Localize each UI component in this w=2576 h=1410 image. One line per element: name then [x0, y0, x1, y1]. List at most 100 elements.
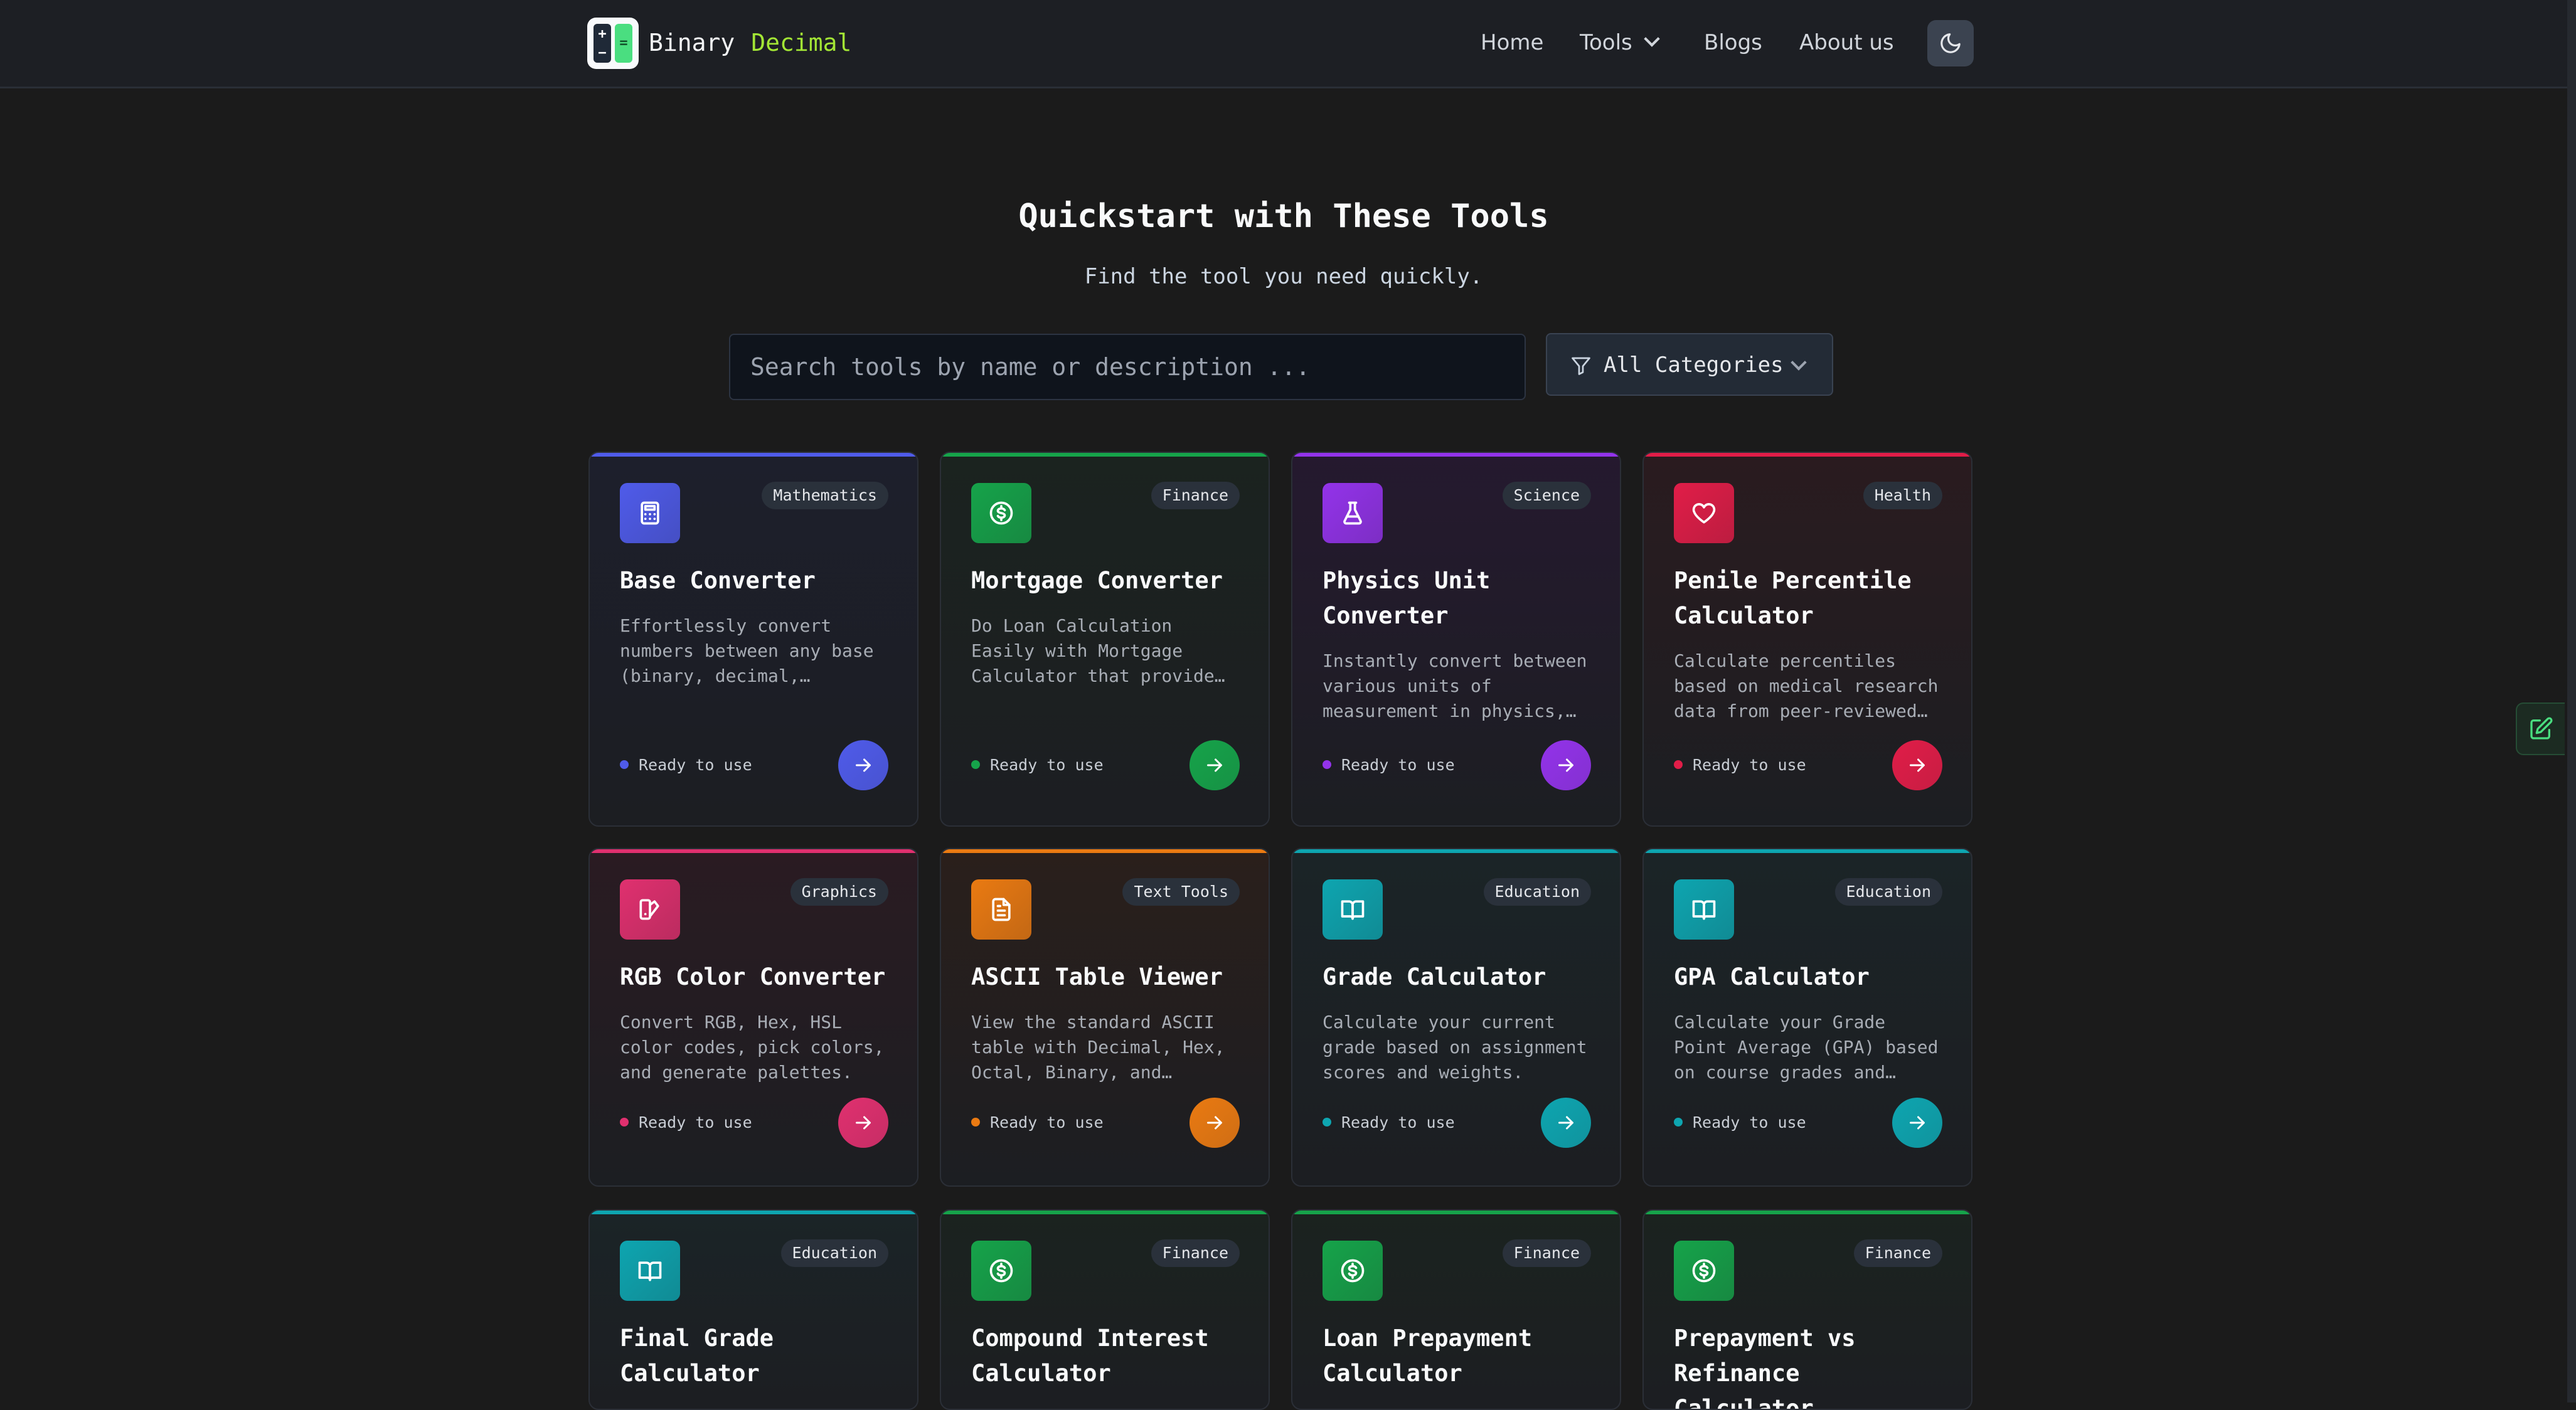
- status-dot: [971, 1118, 980, 1126]
- site-logo[interactable]: + − =: [587, 18, 639, 69]
- search-box: [729, 334, 1526, 400]
- card-accent-bar: [941, 453, 1269, 457]
- open-tool-button[interactable]: [838, 740, 888, 790]
- page-subtitle: Find the tool you need quickly.: [1084, 264, 1483, 289]
- calculator-icon: [641, 501, 659, 525]
- category-badge: Science: [1502, 482, 1591, 509]
- arrow-right-icon: [1558, 1116, 1573, 1130]
- tool-title[interactable]: Penile Percentile Calculator: [1674, 563, 1944, 633]
- card-accent-bar: [1644, 1211, 1971, 1214]
- tool-title[interactable]: Compound Interest Calculator: [971, 1321, 1241, 1391]
- card-accent-bar: [941, 849, 1269, 853]
- arrow-right-icon: [856, 758, 871, 772]
- category-filter-dropdown[interactable]: All Categories: [1546, 333, 1833, 396]
- tool-status: Ready to use: [1323, 1111, 1455, 1134]
- search-input[interactable]: [730, 335, 1525, 399]
- tool-description: Calculate percentiles based on medical r…: [1674, 650, 1939, 721]
- tool-icon-tile: [1323, 483, 1383, 543]
- tool-card[interactable]: Education GPA Calculator Calculate your Gr…: [1642, 848, 1972, 1187]
- arrow-right-icon: [1910, 1116, 1925, 1130]
- category-badge: Graphics: [790, 878, 888, 906]
- category-badge: Finance: [1853, 1239, 1942, 1267]
- tool-title[interactable]: RGB Color Converter: [620, 960, 890, 995]
- tool-card[interactable]: Science Physics Unit Converter Instantly c…: [1291, 452, 1621, 827]
- filter-icon: [1572, 357, 1590, 375]
- palette-icon: [639, 899, 659, 920]
- feedback-tab-button[interactable]: [2516, 702, 2565, 755]
- tool-card[interactable]: Health Penile Percentile Calculator Calcul…: [1642, 452, 1972, 827]
- open-tool-button[interactable]: [838, 1098, 888, 1148]
- tool-title[interactable]: Final Grade Calculator: [620, 1321, 890, 1391]
- tool-card[interactable]: Education Grade Calculator Calculate your …: [1291, 848, 1621, 1187]
- tool-card[interactable]: Finance Mortgage Converter Do Loan Calcula…: [940, 452, 1270, 827]
- tool-card[interactable]: Finance Compound Interest Calculator: [940, 1209, 1270, 1410]
- edit-icon: [2530, 717, 2553, 739]
- tool-icon-tile: [1674, 483, 1734, 543]
- open-tool-button[interactable]: [1190, 740, 1240, 790]
- status-text: Ready to use: [990, 756, 1104, 774]
- card-accent-bar: [590, 1211, 917, 1214]
- tool-status: Ready to use: [1323, 754, 1455, 777]
- tool-title[interactable]: Prepayment vs Refinance Calculator: [1674, 1321, 1944, 1409]
- tool-card[interactable]: Education Final Grade Calculator: [588, 1209, 918, 1410]
- tool-card[interactable]: Graphics RGB Color Converter Convert RGB, …: [588, 848, 918, 1187]
- nav-blogs-link[interactable]: Blogs: [1704, 25, 1762, 60]
- card-accent-bar: [1644, 453, 1971, 457]
- theme-toggle-button[interactable]: [1927, 20, 1974, 66]
- tool-icon-tile: [1323, 879, 1383, 940]
- tool-card[interactable]: Finance Prepayment vs Refinance Calculato…: [1642, 1209, 1972, 1410]
- dollar-icon: [989, 1259, 1013, 1283]
- open-tool-button[interactable]: [1892, 740, 1942, 790]
- tool-icon-tile: [620, 879, 680, 940]
- status-dot: [620, 1118, 629, 1126]
- tool-description: View the standard ASCII table with Decim…: [971, 1012, 1225, 1083]
- tool-card[interactable]: Text Tools ASCII Table Viewer View the sta…: [940, 848, 1270, 1187]
- tool-description: Effortlessly convert numbers between any…: [620, 615, 874, 686]
- tool-title[interactable]: Physics Unit Converter: [1323, 563, 1592, 633]
- status-dot: [1323, 1118, 1331, 1126]
- tool-title[interactable]: Base Converter: [620, 563, 890, 598]
- book-icon: [638, 1261, 662, 1281]
- nav-home-link[interactable]: Home: [1481, 25, 1543, 60]
- moon-icon: [1940, 33, 1961, 53]
- status-dot: [620, 760, 629, 769]
- brand-second-word: Decimal: [751, 29, 852, 56]
- card-accent-bar: [590, 849, 917, 853]
- status-dot: [1674, 760, 1683, 769]
- open-tool-button[interactable]: [1541, 740, 1591, 790]
- flask-icon: [1343, 501, 1362, 525]
- tool-status: Ready to use: [971, 754, 1104, 777]
- arrow-right-icon: [1207, 758, 1222, 772]
- category-badge: Mathematics: [762, 482, 888, 509]
- category-filter-label: All Categories: [1604, 352, 1784, 378]
- tool-title[interactable]: ASCII Table Viewer: [971, 960, 1241, 995]
- page-scrollbar[interactable]: [2567, 0, 2576, 1402]
- nav-tools-dropdown[interactable]: Tools: [1580, 25, 1660, 60]
- card-accent-bar: [1292, 1211, 1620, 1214]
- nav-tools-label: Tools: [1580, 30, 1632, 55]
- status-dot: [971, 760, 980, 769]
- tool-title[interactable]: Loan Prepayment Calculator: [1323, 1321, 1592, 1391]
- tool-title[interactable]: Grade Calculator: [1323, 960, 1592, 995]
- open-tool-button[interactable]: [1892, 1098, 1942, 1148]
- open-tool-button[interactable]: [1190, 1098, 1240, 1148]
- status-text: Ready to use: [639, 756, 752, 774]
- logo-right-panel: =: [615, 24, 632, 63]
- tool-description: Do Loan Calculation Easily with Mortgage…: [971, 615, 1225, 686]
- nav-about-link[interactable]: About us: [1799, 25, 1894, 60]
- tool-card[interactable]: Finance Loan Prepayment Calculator: [1291, 1209, 1621, 1410]
- tool-title[interactable]: Mortgage Converter: [971, 563, 1241, 598]
- brand-name[interactable]: Binary Decimal: [649, 25, 851, 60]
- tool-title[interactable]: GPA Calculator: [1674, 960, 1944, 995]
- tool-description: Convert RGB, Hex, HSL color codes, pick …: [620, 1012, 885, 1083]
- tool-status: Ready to use: [620, 754, 752, 777]
- card-accent-bar: [1644, 849, 1971, 853]
- category-badge: Education: [780, 1239, 888, 1267]
- open-tool-button[interactable]: [1541, 1098, 1591, 1148]
- arrow-right-icon: [1910, 758, 1925, 772]
- chevron-down-icon: [1644, 31, 1660, 47]
- logo-left-panel: + −: [593, 24, 611, 63]
- tool-icon-tile: [971, 1241, 1031, 1301]
- dollar-icon: [1341, 1259, 1365, 1283]
- tool-card[interactable]: Mathematics Base Converter Effortlessly co…: [588, 452, 918, 827]
